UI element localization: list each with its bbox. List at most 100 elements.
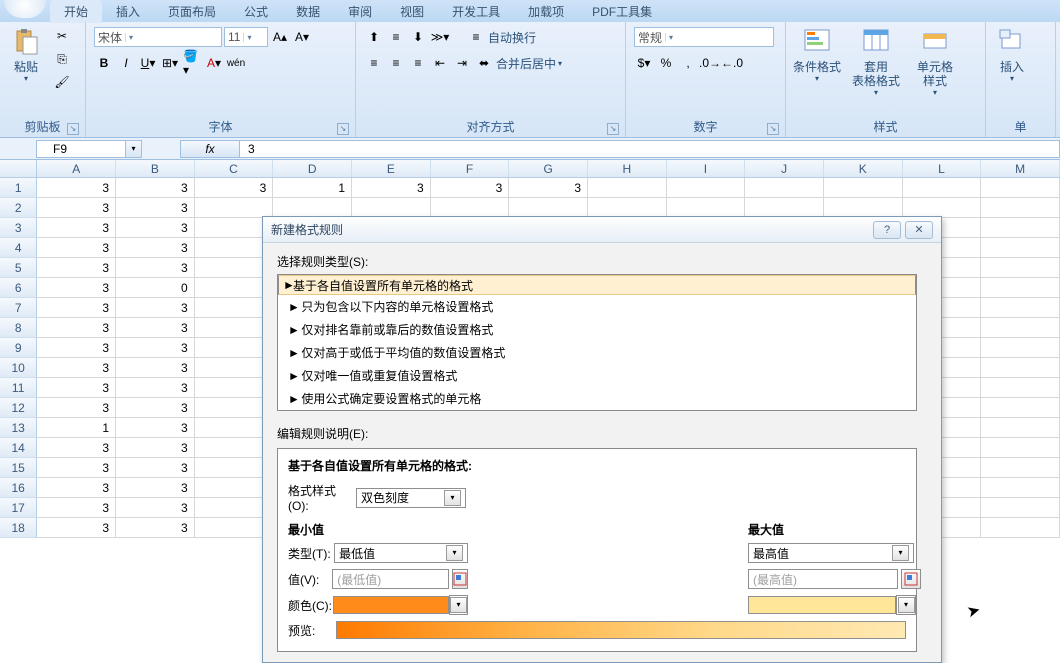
column-header[interactable]: H — [588, 160, 667, 177]
cell[interactable] — [981, 498, 1060, 518]
cell[interactable] — [352, 198, 431, 218]
cell[interactable]: 3 — [116, 498, 195, 518]
font-name-combo[interactable]: 宋体▾ — [94, 27, 222, 47]
max-color-dropdown[interactable]: ▾ — [896, 595, 916, 615]
dialog-launcher-icon[interactable]: ↘ — [337, 123, 349, 135]
cell[interactable] — [273, 198, 352, 218]
row-header[interactable]: 16 — [0, 478, 37, 498]
fx-button[interactable]: fx — [180, 140, 240, 158]
tab-dev[interactable]: 开发工具 — [438, 0, 514, 23]
column-header[interactable]: F — [431, 160, 510, 177]
cell[interactable] — [824, 198, 903, 218]
range-picker-icon[interactable] — [901, 569, 921, 589]
bold-icon[interactable]: B — [94, 53, 114, 73]
cell[interactable] — [981, 338, 1060, 358]
tab-data[interactable]: 数据 — [282, 0, 334, 23]
cell[interactable]: 3 — [116, 198, 195, 218]
wrap-text-icon[interactable]: ≡ — [466, 27, 486, 47]
cell[interactable] — [981, 238, 1060, 258]
cell[interactable]: 3 — [116, 358, 195, 378]
cell[interactable] — [195, 198, 274, 218]
cell[interactable]: 3 — [37, 258, 116, 278]
row-header[interactable]: 18 — [0, 518, 37, 538]
max-type-select[interactable]: 最高值▾ — [748, 543, 914, 563]
cell[interactable] — [981, 518, 1060, 538]
tab-view[interactable]: 视图 — [386, 0, 438, 23]
cell[interactable] — [981, 458, 1060, 478]
column-header[interactable]: J — [745, 160, 824, 177]
close-button[interactable]: ✕ — [905, 221, 933, 239]
cell[interactable]: 3 — [116, 378, 195, 398]
row-header[interactable]: 11 — [0, 378, 37, 398]
align-center-icon[interactable]: ≡ — [386, 53, 406, 73]
wrap-text-label[interactable]: 自动换行 — [488, 29, 536, 46]
cell[interactable]: 3 — [116, 438, 195, 458]
merge-center-label[interactable]: 合并后居中 — [496, 55, 556, 72]
tab-formulas[interactable]: 公式 — [230, 0, 282, 23]
rule-type-item[interactable]: ► 仅对唯一值或重复值设置格式 — [278, 364, 916, 387]
format-as-table-button[interactable]: 套用 表格格式▾ — [846, 24, 906, 99]
conditional-formatting-button[interactable]: 条件格式▾ — [790, 24, 844, 85]
cell[interactable] — [981, 438, 1060, 458]
align-bottom-icon[interactable]: ⬇ — [408, 27, 428, 47]
cell[interactable]: 3 — [37, 318, 116, 338]
cell[interactable] — [588, 198, 667, 218]
cell[interactable]: 3 — [352, 178, 431, 198]
cell[interactable] — [981, 178, 1060, 198]
dialog-launcher-icon[interactable]: ↘ — [767, 123, 779, 135]
cell[interactable] — [981, 278, 1060, 298]
column-header[interactable]: D — [273, 160, 352, 177]
border-icon[interactable]: ⊞▾ — [160, 53, 180, 73]
rule-type-item[interactable]: ► 使用公式确定要设置格式的单元格 — [278, 387, 916, 410]
increase-font-icon[interactable]: A▴ — [270, 27, 290, 47]
column-header[interactable]: L — [903, 160, 982, 177]
cell[interactable] — [981, 318, 1060, 338]
cell[interactable]: 3 — [37, 238, 116, 258]
row-header[interactable]: 7 — [0, 298, 37, 318]
comma-icon[interactable]: , — [678, 53, 698, 73]
cell[interactable]: 3 — [37, 298, 116, 318]
min-value-input[interactable]: (最低值) — [332, 569, 449, 589]
tab-layout[interactable]: 页面布局 — [154, 0, 230, 23]
cell[interactable] — [745, 178, 824, 198]
cell[interactable]: 3 — [37, 378, 116, 398]
cell[interactable]: 3 — [116, 318, 195, 338]
cell[interactable] — [745, 198, 824, 218]
cell[interactable] — [903, 178, 982, 198]
min-color-swatch[interactable] — [333, 596, 449, 614]
cell[interactable]: 3 — [37, 518, 116, 538]
phonetic-icon[interactable]: wén — [226, 53, 246, 73]
cell[interactable] — [981, 398, 1060, 418]
cell[interactable]: 1 — [37, 418, 116, 438]
rule-type-list[interactable]: ► 基于各自值设置所有单元格的格式► 只为包含以下内容的单元格设置格式► 仅对排… — [277, 274, 917, 411]
cell[interactable]: 3 — [195, 178, 274, 198]
column-header[interactable]: K — [824, 160, 903, 177]
column-header[interactable]: C — [195, 160, 274, 177]
column-header[interactable]: E — [352, 160, 431, 177]
format-style-select[interactable]: 双色刻度▾ — [356, 488, 466, 508]
cell[interactable]: 3 — [37, 178, 116, 198]
column-header[interactable]: B — [116, 160, 195, 177]
column-header[interactable]: A — [37, 160, 116, 177]
orientation-icon[interactable]: ≫▾ — [430, 27, 450, 47]
cell[interactable] — [981, 378, 1060, 398]
cell-styles-button[interactable]: 单元格 样式▾ — [908, 24, 962, 99]
formula-input[interactable]: 3 — [240, 140, 1060, 158]
cell[interactable] — [588, 178, 667, 198]
tab-addins[interactable]: 加载项 — [514, 0, 578, 23]
rule-type-item[interactable]: ► 只为包含以下内容的单元格设置格式 — [278, 295, 916, 318]
cell[interactable] — [981, 258, 1060, 278]
cell[interactable]: 3 — [37, 198, 116, 218]
cell[interactable] — [981, 298, 1060, 318]
cell[interactable]: 3 — [116, 418, 195, 438]
decrease-font-icon[interactable]: A▾ — [292, 27, 312, 47]
column-header[interactable]: G — [509, 160, 588, 177]
cell[interactable]: 3 — [37, 338, 116, 358]
cell[interactable] — [903, 198, 982, 218]
row-header[interactable]: 1 — [0, 178, 37, 198]
cell[interactable]: 3 — [116, 338, 195, 358]
decrease-indent-icon[interactable]: ⇤ — [430, 53, 450, 73]
cell[interactable] — [981, 418, 1060, 438]
cell[interactable]: 3 — [116, 458, 195, 478]
cell[interactable]: 3 — [37, 458, 116, 478]
